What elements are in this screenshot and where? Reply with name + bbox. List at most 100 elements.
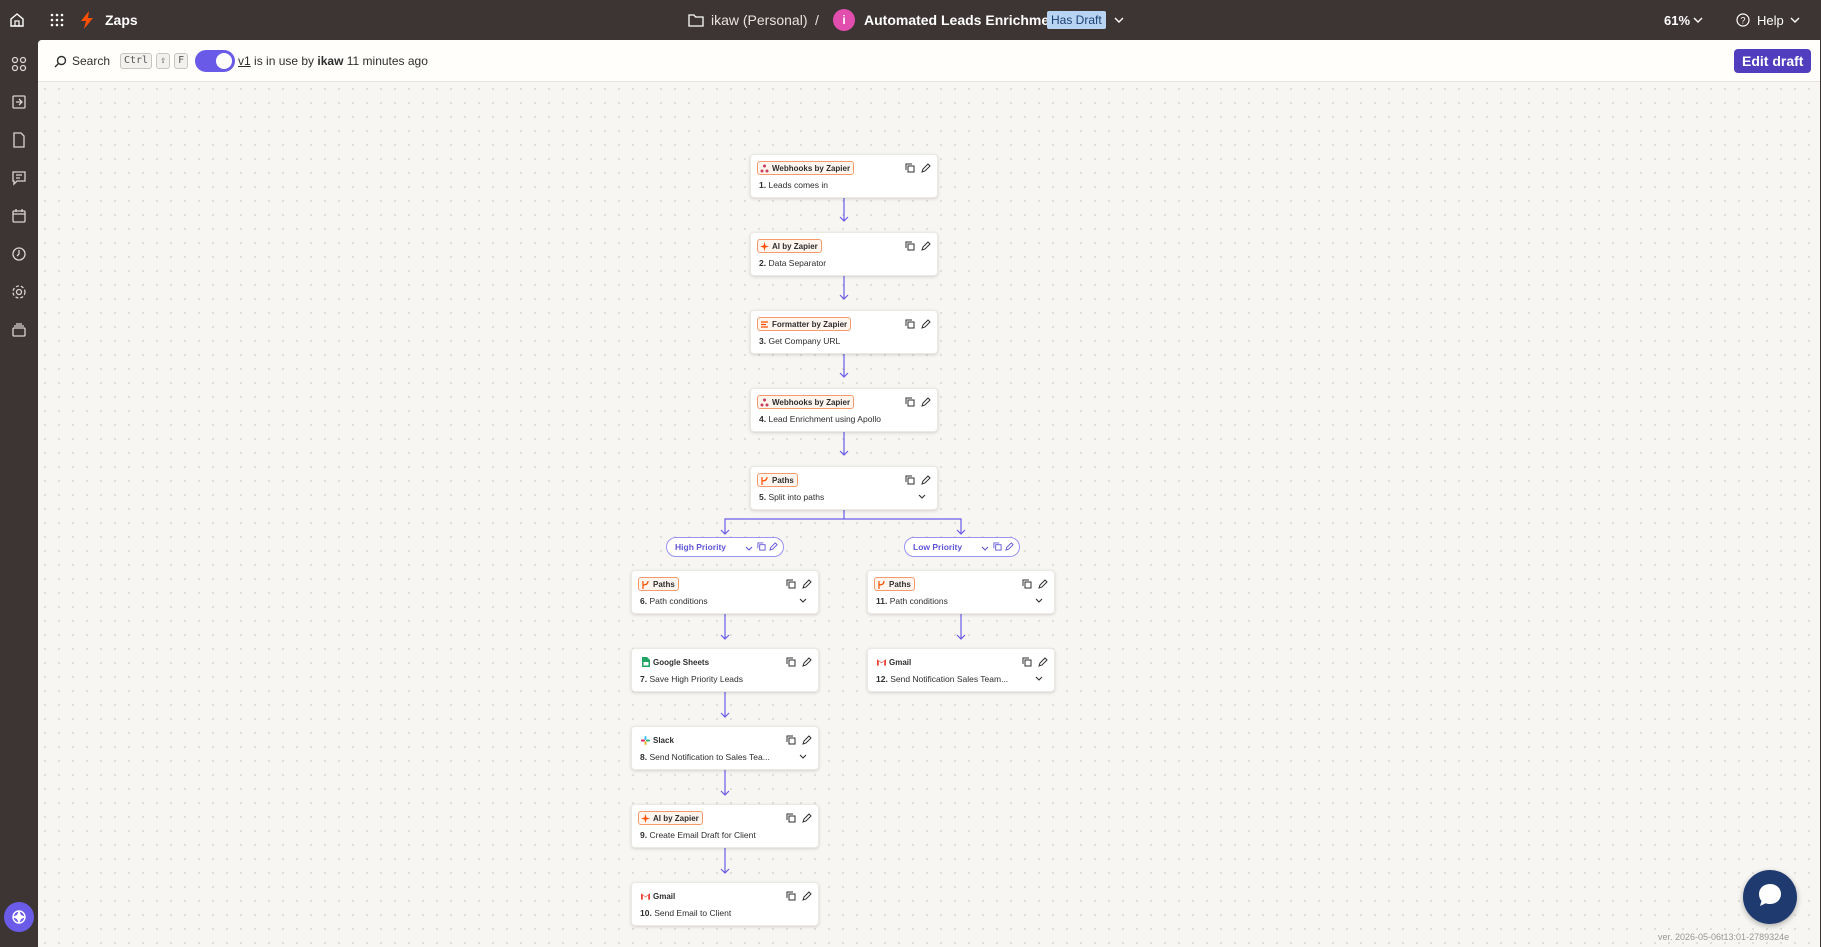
webhooks-icon [760,164,769,173]
copy-icon[interactable] [785,578,796,589]
help-chevron-icon[interactable] [1790,0,1800,40]
step-title: 7. Save High Priority Leads [640,674,744,684]
path-pill-low-priority[interactable]: Low Priority [904,537,1020,557]
step-card-4[interactable]: Webhooks by Zapier 4. Lead Enrichment us… [750,388,938,432]
versions-stack-icon[interactable] [9,320,29,340]
document-icon[interactable] [9,130,29,150]
copy-icon[interactable] [785,812,796,823]
zap-bolt-icon [80,0,94,40]
zoom-level[interactable]: 61% [1664,0,1690,40]
folder-name[interactable]: ikaw (Personal) [711,0,807,40]
ai-icon [641,813,650,823]
edit-pencil-icon[interactable] [1037,578,1048,589]
edit-pencil-icon[interactable] [920,162,931,173]
step-app-chip: Google Sheets [638,655,713,669]
search-shortcut: Ctrl ⇧ F [116,40,189,82]
apps-grid-icon[interactable] [50,0,64,40]
step-title: 11. Path conditions [876,596,948,606]
app-name[interactable]: Zaps [105,0,138,40]
step-card-11[interactable]: Paths 11. Path conditions [867,570,1055,614]
step-card-2[interactable]: AI by Zapier 2. Data Separator [750,232,938,276]
step-title: 9. Create Email Draft for Client [640,830,756,840]
copy-icon[interactable] [1021,578,1032,589]
step-card-8[interactable]: Slack 8. Send Notification to Sales Tea.… [631,726,819,770]
home-icon[interactable] [9,0,25,40]
zap-on-toggle[interactable] [195,40,235,82]
step-card-1[interactable]: Webhooks by Zapier 1. Leads comes in [750,154,938,198]
step-card-7[interactable]: Google Sheets 7. Save High Priority Lead… [631,648,819,692]
expand-chevron-icon[interactable] [798,595,808,605]
step-title: 12. Send Notification Sales Team... [876,674,1009,684]
build-version: ver. 2026-05-06t13:01-2789324e [1658,932,1790,942]
copy-icon[interactable] [904,474,915,485]
step-title: 6. Path conditions [640,596,708,606]
edit-pencil-icon[interactable] [801,656,812,667]
settings-gear-icon[interactable] [9,282,29,302]
step-title: 5. Split into paths [759,492,825,502]
edit-pencil-icon[interactable] [1037,656,1048,667]
copy-icon[interactable] [904,396,915,407]
step-title: 10. Send Email to Client [640,908,732,918]
calendar-icon[interactable] [9,206,29,226]
version-link[interactable]: v1 [238,54,251,68]
help-label[interactable]: Help [1757,0,1784,40]
chat-support-button[interactable] [1743,870,1797,924]
edit-pencil-icon[interactable] [920,240,931,251]
edit-pencil-icon[interactable] [920,318,931,329]
expand-chevron-icon[interactable] [1034,673,1044,683]
edit-pencil-icon[interactable] [769,542,778,553]
import-icon[interactable] [9,92,29,112]
path-pill-high-priority[interactable]: High Priority [666,537,784,557]
copy-icon[interactable] [785,656,796,667]
step-card-3[interactable]: Formatter by Zapier 3. Get Company URL [750,310,938,354]
help-icon[interactable]: ? [1736,0,1750,40]
search-button[interactable]: Search [72,40,110,82]
expand-chevron-icon[interactable] [1034,595,1044,605]
edit-draft-button[interactable]: Edit draft [1734,40,1812,82]
edit-pencil-icon[interactable] [801,812,812,823]
search-icon[interactable] [54,40,67,82]
copy-icon[interactable] [904,162,915,173]
step-app-chip: Paths [757,473,798,487]
expand-chevron-icon[interactable] [917,491,927,501]
edit-pencil-icon[interactable] [801,734,812,745]
copy-icon[interactable] [904,240,915,251]
title-dropdown-chevron-icon[interactable] [1114,0,1124,40]
copy-icon[interactable] [993,542,1002,553]
copy-icon[interactable] [785,734,796,745]
search-label: Search [72,54,111,68]
edit-pencil-icon[interactable] [1005,542,1014,553]
copy-icon[interactable] [785,890,796,901]
step-card-6[interactable]: Paths 6. Path conditions [631,570,819,614]
step-title: 2. Data Separator [759,258,827,268]
zap-avatar: i [833,0,855,40]
left-sidebar [0,40,38,947]
step-card-5[interactable]: Paths 5. Split into paths [750,466,938,510]
apps-icon[interactable] [9,54,29,74]
slack-icon [641,735,650,745]
step-app-chip: Paths [638,577,679,591]
edit-pencil-icon[interactable] [920,474,931,485]
zap-title[interactable]: Automated Leads Enrichment [864,0,1062,40]
status-user: ikaw [317,54,344,68]
copy-icon[interactable] [904,318,915,329]
comments-icon[interactable] [9,168,29,188]
chevron-down-icon[interactable] [745,543,753,553]
step-app-chip: Webhooks by Zapier [757,395,855,409]
edit-pencil-icon[interactable] [920,396,931,407]
workflow-canvas[interactable]: Webhooks by Zapier 1. Leads comes in AI … [38,82,1820,947]
step-app-chip: Gmail [638,889,679,903]
copy-icon[interactable] [1021,656,1032,667]
zoom-chevron-icon[interactable] [1693,0,1703,40]
step-card-9[interactable]: AI by Zapier 9. Create Email Draft for C… [631,804,819,848]
expand-chevron-icon[interactable] [798,751,808,761]
edit-pencil-icon[interactable] [801,890,812,901]
chevron-down-icon[interactable] [981,543,989,553]
copilot-assistant-icon[interactable] [4,902,34,932]
step-card-12[interactable]: Gmail 12. Send Notification Sales Team..… [867,648,1055,692]
gmail-icon [641,892,650,901]
edit-pencil-icon[interactable] [801,578,812,589]
copy-icon[interactable] [757,542,766,553]
history-icon[interactable] [9,244,29,264]
step-card-10[interactable]: Gmail 10. Send Email to Client [631,882,819,926]
